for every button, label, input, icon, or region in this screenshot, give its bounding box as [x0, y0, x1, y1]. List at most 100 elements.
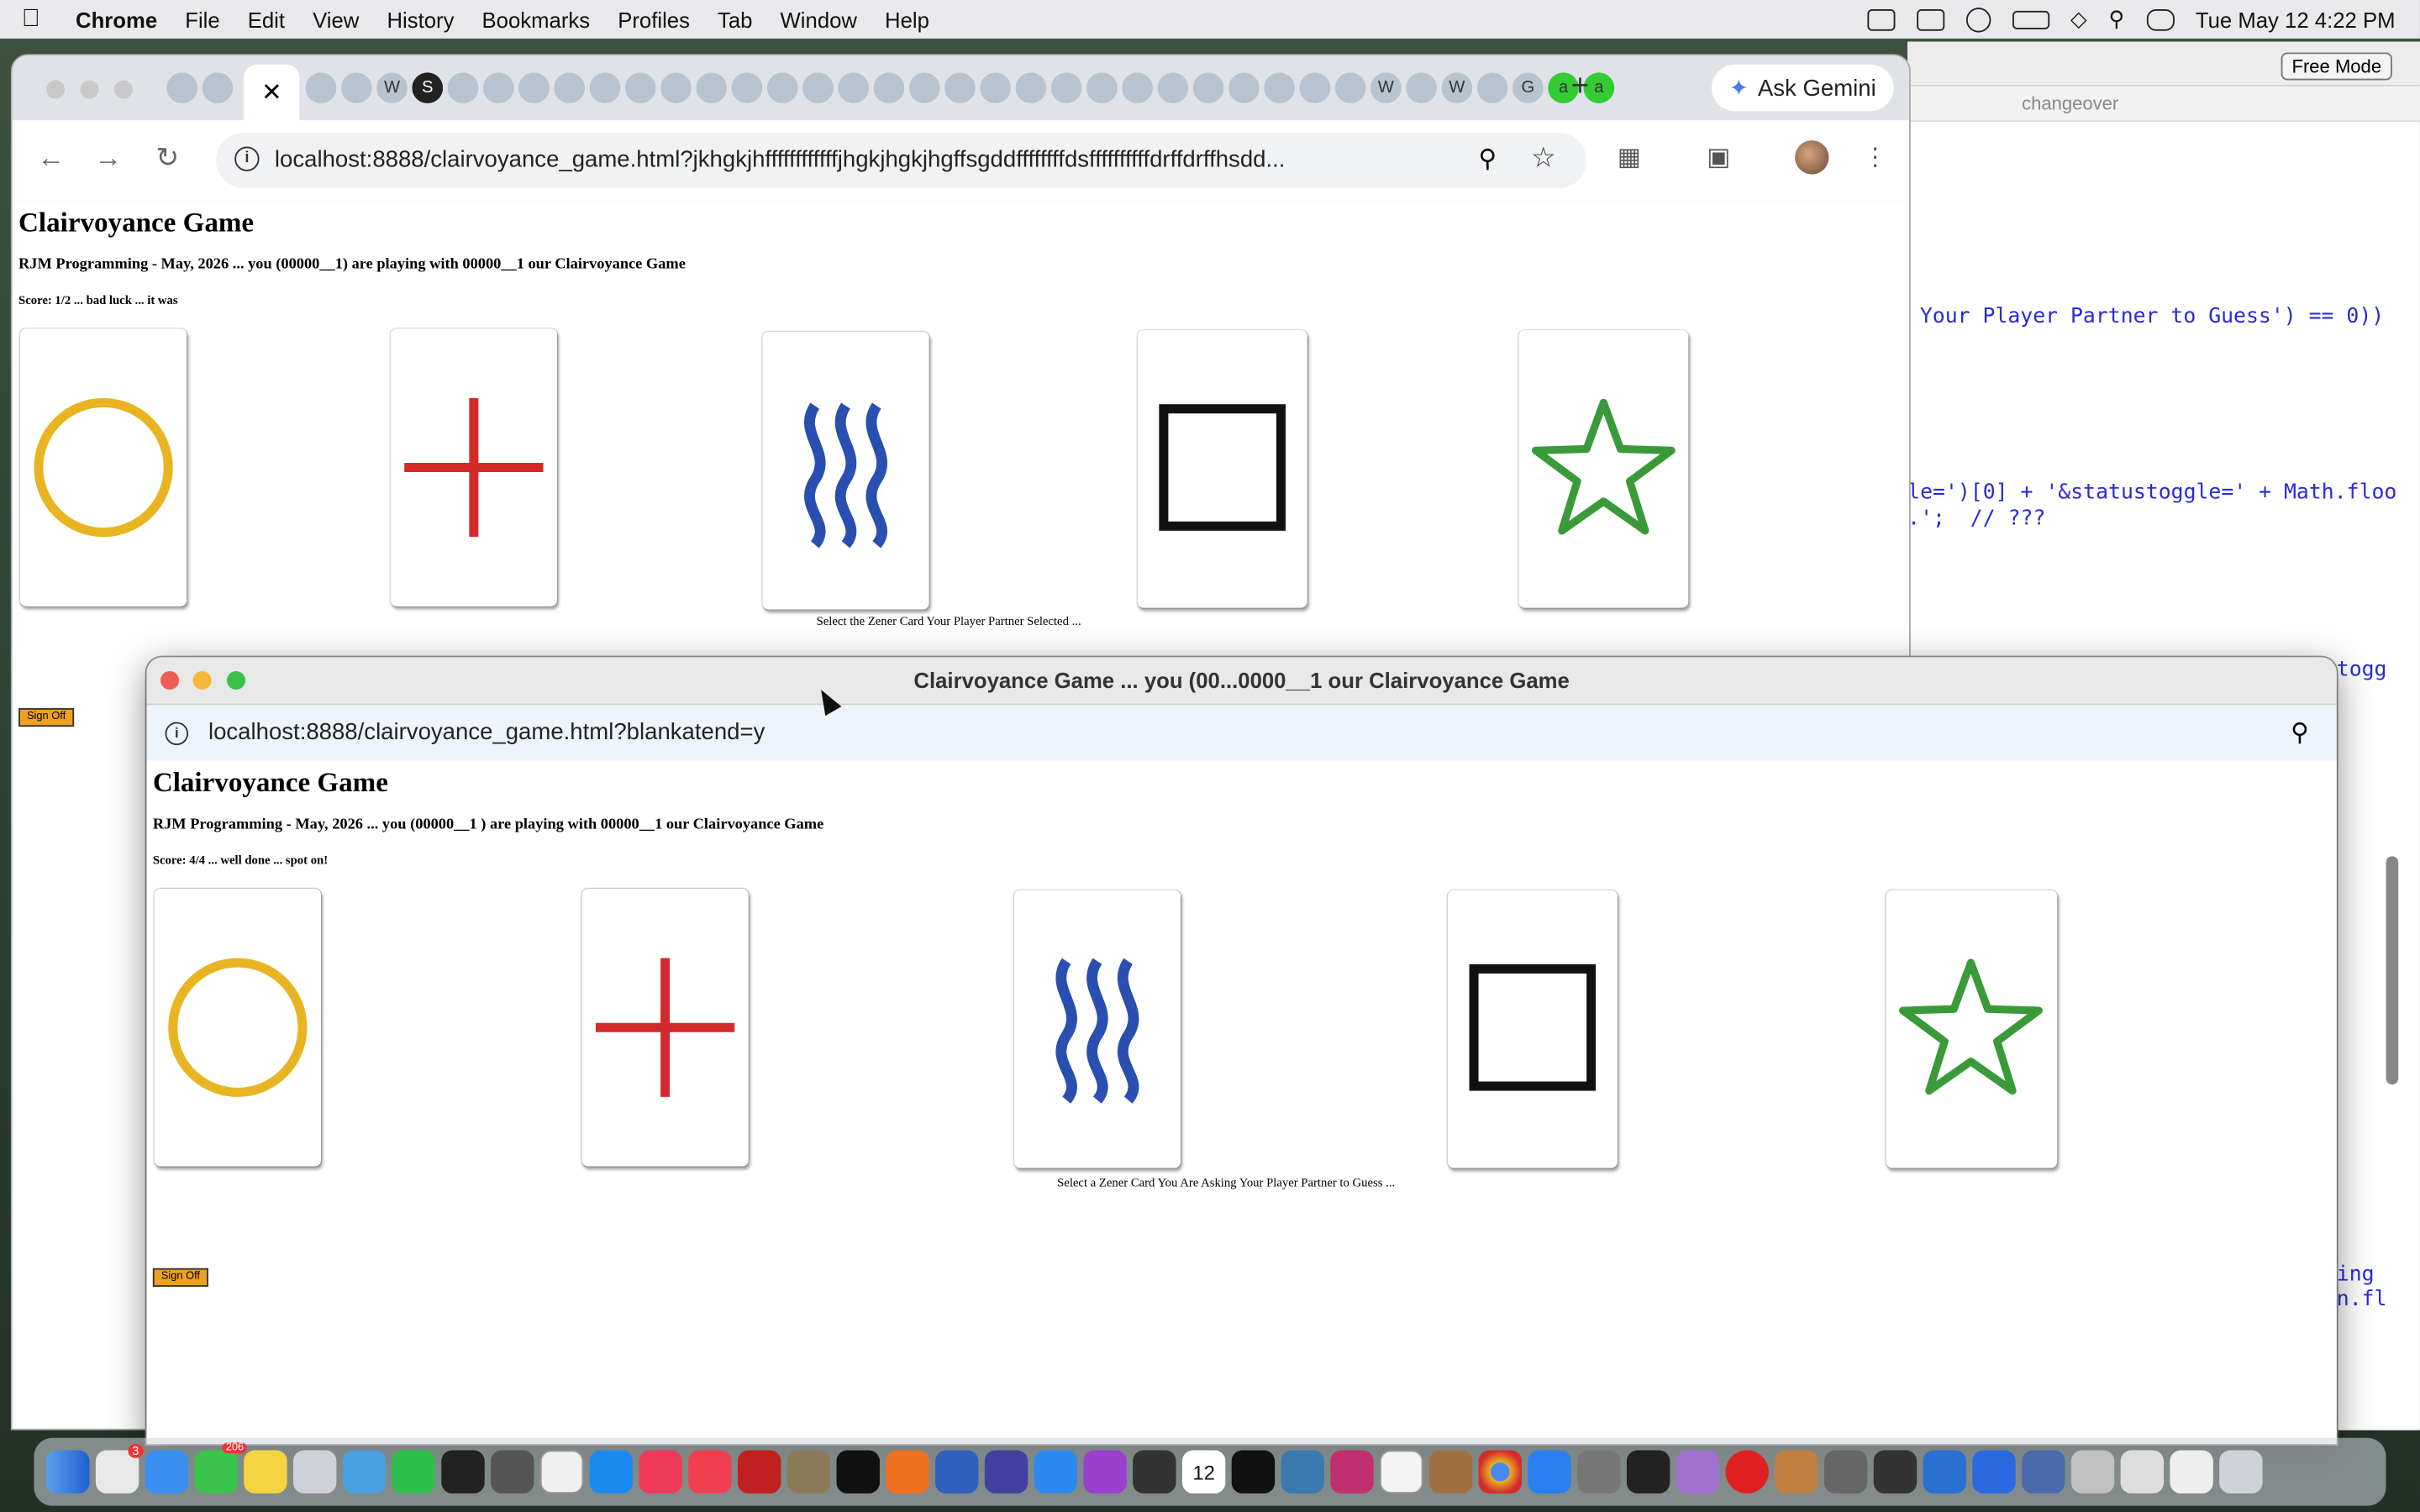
- wifi-icon[interactable]: ◇: [2070, 6, 2087, 32]
- tab-favicon[interactable]: [696, 72, 728, 104]
- tab-favicon[interactable]: [624, 72, 656, 104]
- control-center-icon[interactable]: [2146, 8, 2175, 30]
- system-tool-icon[interactable]: [1428, 1450, 1473, 1494]
- zener-card-waves[interactable]: [762, 331, 929, 610]
- tab-favicon[interactable]: [589, 72, 621, 104]
- creature-app-icon[interactable]: [1676, 1450, 1720, 1494]
- freeform-icon[interactable]: [342, 1450, 387, 1494]
- editor-scrollbar[interactable]: [2386, 856, 2399, 1085]
- zener-card-circle[interactable]: [19, 328, 187, 606]
- play-status-icon[interactable]: [1965, 7, 1991, 32]
- tab-favicon[interactable]: [838, 72, 870, 104]
- tab-favicon[interactable]: [1192, 72, 1224, 104]
- podcasts-icon[interactable]: [1083, 1450, 1127, 1494]
- tab-favicon[interactable]: [873, 72, 905, 104]
- profile-avatar[interactable]: [1795, 140, 1829, 175]
- zoom-app-icon[interactable]: [1528, 1450, 1571, 1494]
- zener-card-circle[interactable]: [154, 888, 322, 1167]
- sign-off-button[interactable]: Sign Off: [152, 1268, 208, 1287]
- tab-favicon[interactable]: [1228, 72, 1260, 104]
- tab-favicon[interactable]: [1476, 72, 1508, 104]
- spotlight-search-icon[interactable]: ⚲: [2108, 6, 2124, 32]
- tab-favicon[interactable]: [731, 72, 763, 104]
- mail-icon[interactable]: [145, 1450, 189, 1494]
- tab-favicon[interactable]: W: [1441, 72, 1473, 104]
- tab-favicon[interactable]: [305, 72, 337, 104]
- zener-card-star[interactable]: [1886, 890, 2058, 1168]
- tab-favicon[interactable]: [1157, 72, 1189, 104]
- zener-card-waves[interactable]: [1013, 890, 1181, 1168]
- menu-view[interactable]: View: [299, 7, 373, 31]
- apple-tv-icon[interactable]: [836, 1450, 880, 1494]
- menu-edit[interactable]: Edit: [234, 7, 298, 31]
- tab-favicon[interactable]: [1050, 72, 1082, 104]
- system-settings-icon[interactable]: [1577, 1450, 1621, 1494]
- calculator-icon[interactable]: [491, 1450, 534, 1494]
- tab-favicon[interactable]: [202, 72, 234, 104]
- tab-favicon[interactable]: W: [1370, 72, 1402, 104]
- menu-window[interactable]: Window: [766, 7, 871, 31]
- tab-favicon[interactable]: [340, 72, 372, 104]
- tab-favicon[interactable]: [518, 72, 550, 104]
- extensions-icon[interactable]: ▦: [1618, 142, 1641, 173]
- windows-app-icon[interactable]: [1972, 1450, 2016, 1494]
- battery-icon[interactable]: [2012, 9, 2049, 29]
- zener-card-cross[interactable]: [581, 888, 749, 1167]
- tab-favicon[interactable]: [447, 72, 479, 104]
- folder-app-icon[interactable]: [2022, 1450, 2065, 1494]
- tab-favicon[interactable]: S: [412, 72, 444, 104]
- intellij-icon[interactable]: [1330, 1450, 1374, 1494]
- facetime-icon[interactable]: [392, 1450, 435, 1494]
- launchpad-icon[interactable]: [292, 1450, 337, 1494]
- tab-favicon[interactable]: [1334, 72, 1366, 104]
- screen-status-icon[interactable]: [1916, 8, 1944, 30]
- menu-app-chrome[interactable]: Chrome: [61, 7, 171, 31]
- ask-gemini-button[interactable]: ✦ Ask Gemini: [1711, 65, 1894, 112]
- brown-app-icon[interactable]: [1775, 1450, 1818, 1494]
- popup-address-bar[interactable]: i localhost:8888/clairvoyance_game.html?…: [146, 705, 2337, 763]
- mail-status-icon[interactable]: [1866, 8, 1895, 30]
- forward-arrow-icon[interactable]: →: [94, 142, 122, 175]
- menu-help[interactable]: Help: [871, 7, 944, 31]
- sign-off-button[interactable]: Sign Off: [18, 708, 75, 727]
- tab-favicon[interactable]: W: [376, 72, 408, 104]
- compass-icon[interactable]: [1873, 1450, 1918, 1494]
- safari-alt-icon[interactable]: [935, 1450, 979, 1494]
- tab-favicon[interactable]: [166, 72, 198, 104]
- zener-card-square[interactable]: [1447, 890, 1618, 1168]
- downloads-icon[interactable]: [2170, 1450, 2213, 1494]
- textedit-icon[interactable]: [1380, 1450, 1423, 1494]
- notes-icon[interactable]: [244, 1450, 287, 1494]
- filezilla-icon[interactable]: [737, 1450, 781, 1494]
- window-close-icon[interactable]: [46, 80, 66, 99]
- inkscape-icon[interactable]: [1626, 1450, 1670, 1494]
- menu-history[interactable]: History: [373, 7, 468, 31]
- finder-icon[interactable]: [46, 1450, 90, 1494]
- menu-file[interactable]: File: [171, 7, 234, 31]
- gimp-alt-icon[interactable]: [1823, 1450, 1868, 1494]
- terminal-icon-2[interactable]: [1231, 1450, 1276, 1494]
- back-arrow-icon[interactable]: ←: [37, 142, 65, 175]
- address-url[interactable]: localhost:8888/clairvoyance_game.html?jk…: [275, 146, 1463, 172]
- reload-icon[interactable]: ↻: [156, 142, 180, 175]
- tab-favicon[interactable]: [1299, 72, 1331, 104]
- firefox-icon[interactable]: [886, 1450, 929, 1494]
- music-icon[interactable]: [639, 1450, 682, 1494]
- safari-icon[interactable]: [1034, 1450, 1078, 1494]
- address-bar[interactable]: i localhost:8888/clairvoyance_game.html?…: [216, 132, 1587, 189]
- tab-favicon[interactable]: [1122, 72, 1154, 104]
- zoom-icon[interactable]: ⚲: [1479, 144, 1497, 175]
- calendar-icon[interactable]: 12: [1181, 1450, 1226, 1494]
- tab-favicon[interactable]: [908, 72, 940, 104]
- news-icon[interactable]: [688, 1450, 732, 1494]
- messages-icon[interactable]: 206: [194, 1442, 247, 1494]
- free-mode-button[interactable]: Free Mode: [2281, 52, 2392, 81]
- tab-favicon[interactable]: [1264, 72, 1295, 104]
- app-store-icon[interactable]: [589, 1450, 634, 1494]
- cast-icon[interactable]: ▣: [1707, 142, 1730, 173]
- trash-icon[interactable]: [2219, 1450, 2263, 1494]
- new-tab-icon[interactable]: +: [1571, 70, 1589, 105]
- chrome-icon[interactable]: [1478, 1450, 1522, 1494]
- tab-favicon[interactable]: [1015, 72, 1047, 104]
- branch-selector[interactable]: changeover: [2022, 92, 2118, 114]
